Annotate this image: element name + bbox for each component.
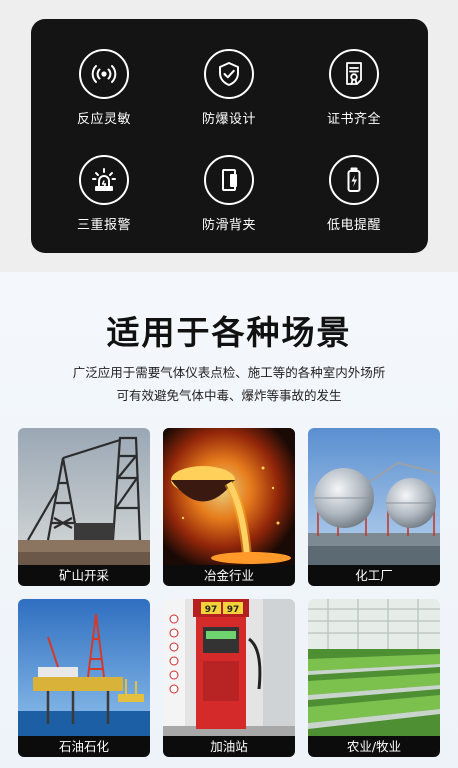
scene-card-label: 农业/牧业 <box>308 736 440 757</box>
chemical-plant-image <box>308 428 440 565</box>
fuel-price-2: 97 <box>227 605 240 615</box>
scene-card-petroleum: 石油石化 <box>18 599 150 757</box>
feature-anti-slip-clip: 防滑背夹 <box>174 155 284 245</box>
low-battery-icon <box>329 155 379 205</box>
back-clip-icon <box>204 155 254 205</box>
scene-card-label: 冶金行业 <box>163 565 295 586</box>
scene-card-label: 化工厂 <box>308 565 440 586</box>
features-panel: 反应灵敏 防爆设计 证书齐全 三重报警 防滑背夹 低电提醒 <box>31 19 428 253</box>
feature-triple-alarm: 三重报警 <box>49 155 159 245</box>
scene-card-mining: 矿山开采 <box>18 428 150 586</box>
scene-card-metallurgy: 冶金行业 <box>163 428 295 586</box>
feature-label: 防滑背夹 <box>201 218 256 233</box>
scenes-description-line-2: 可有效避免气体中毒、爆炸等事故的发生 <box>116 388 342 403</box>
feature-certificates: 证书齐全 <box>299 49 409 139</box>
scene-card-agriculture: 农业/牧业 <box>308 599 440 757</box>
feature-label: 防爆设计 <box>201 112 256 127</box>
metallurgy-image <box>163 428 295 565</box>
certificate-icon <box>329 49 379 99</box>
scenes-title: 适用于各种场景 <box>106 313 352 352</box>
scene-card-chemical-plant: 化工厂 <box>308 428 440 586</box>
greenhouse-image <box>308 599 440 736</box>
scenes-description-line-1: 广泛应用于需要气体仪表点检、施工等的各种室内外场所 <box>72 365 386 380</box>
feature-label: 反应灵敏 <box>76 112 131 127</box>
scene-card-gas-station: 97 97 加油站 <box>163 599 295 757</box>
fuel-price-1: 97 <box>205 605 218 615</box>
feature-responsive: 反应灵敏 <box>49 49 159 139</box>
feature-low-battery: 低电提醒 <box>299 155 409 245</box>
mining-image <box>18 428 150 565</box>
gas-station-image: 97 97 <box>163 599 295 736</box>
scene-card-label: 加油站 <box>163 736 295 757</box>
alarm-light-icon <box>79 155 129 205</box>
feature-label: 证书齐全 <box>326 112 381 127</box>
feature-label: 三重报警 <box>76 218 131 233</box>
scene-card-label: 矿山开采 <box>18 565 150 586</box>
oil-rig-image <box>18 599 150 736</box>
shield-check-icon <box>204 49 254 99</box>
feature-label: 低电提醒 <box>326 218 381 233</box>
wireless-signal-icon <box>79 49 129 99</box>
feature-explosion-proof: 防爆设计 <box>174 49 284 139</box>
scene-card-label: 石油石化 <box>18 736 150 757</box>
